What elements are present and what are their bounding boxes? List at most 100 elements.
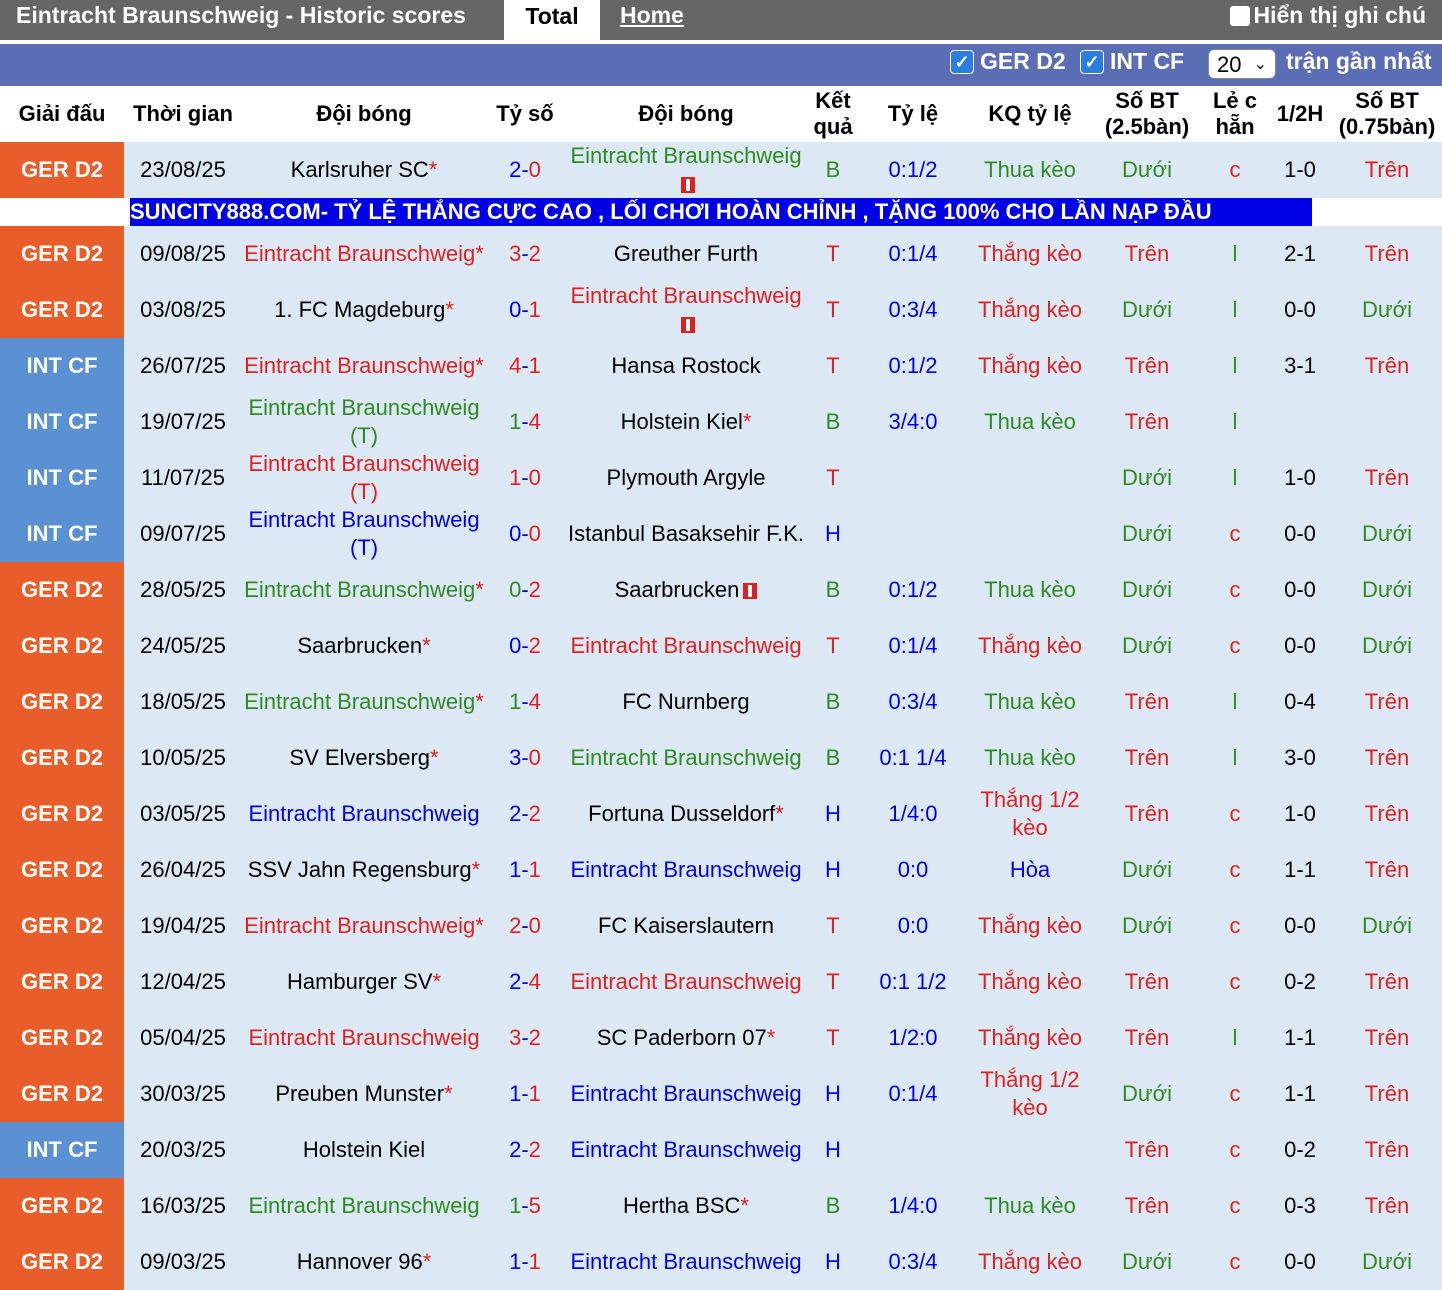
away-team-name[interactable]: Fortuna Dusseldorf* [564,800,808,828]
away-team-cell[interactable]: Eintracht Braunschweig [564,1122,808,1178]
home-team-name[interactable]: Eintracht Braunschweig* [242,912,486,940]
league-badge[interactable]: GER D2 [0,730,124,786]
score[interactable]: 3-2 [486,1010,564,1066]
away-team-name[interactable]: Hertha BSC* [564,1192,808,1220]
score[interactable]: 0-2 [486,618,564,674]
away-team-cell[interactable]: Saarbrucken [564,562,808,618]
away-team-cell[interactable]: FC Nurnberg [564,674,808,730]
home-team-cell[interactable]: Eintracht Braunschweig* [242,562,486,618]
table-row[interactable]: GER D2 18/05/25 Eintracht Braunschweig* 1-4… [0,674,1442,730]
score[interactable]: 1-1 [486,1066,564,1122]
league-badge[interactable]: GER D2 [0,282,124,338]
league-badge[interactable]: GER D2 [0,226,124,282]
table-row[interactable]: GER D2 24/05/25 Saarbrucken* 0-2 Eintracht B… [0,618,1442,674]
away-team-cell[interactable]: Eintracht Braunschweig [564,282,808,338]
col-odds[interactable]: Tỷ lệ [858,86,968,142]
table-row[interactable]: GER D2 10/05/25 SV Elversberg* 3-0 Eintracht… [0,730,1442,786]
home-team-name[interactable]: Eintracht Braunschweig [242,1192,486,1220]
home-team-name[interactable]: Eintracht Braunschweig(T) [242,450,486,506]
checkmark-icon[interactable]: ✓ [950,49,974,74]
score[interactable]: 0-0 [486,506,564,562]
home-team-cell[interactable]: 1. FC Magdeburg* [242,282,486,338]
table-row[interactable]: GER D2 03/08/25 1. FC Magdeburg* 0-1 Eintrac… [0,282,1442,338]
away-team-name[interactable]: Eintracht Braunschweig [564,968,808,996]
col-home-team[interactable]: Đội bóng [242,86,486,142]
table-row[interactable]: INT CF 20/03/25 Holstein Kiel 2-2 Eintracht … [0,1122,1442,1178]
score[interactable]: 1-1 [486,842,564,898]
match-count-select[interactable]: 20 ⌄ [1208,49,1276,79]
away-team-cell[interactable]: Eintracht Braunschweig [564,142,808,198]
away-team-name[interactable]: Eintracht Braunschweig [564,1248,808,1276]
home-team-name[interactable]: SSV Jahn Regensburg* [242,856,486,884]
league-badge[interactable]: GER D2 [0,898,124,954]
away-team-name[interactable]: Eintracht Braunschweig [564,142,808,198]
table-row[interactable]: INT CF 11/07/25 Eintracht Braunschweig(T) 1… [0,450,1442,506]
home-team-cell[interactable]: Eintracht Braunschweig(T) [242,506,486,562]
home-team-name[interactable]: Preuben Munster* [242,1080,486,1108]
home-team-name[interactable]: Saarbrucken* [242,632,486,660]
score[interactable]: 1-5 [486,1178,564,1234]
home-team-name[interactable]: Eintracht Braunschweig* [242,688,486,716]
home-team-cell[interactable]: Eintracht Braunschweig(T) [242,450,486,506]
away-team-name[interactable]: Plymouth Argyle [564,464,808,492]
away-team-name[interactable]: Eintracht Braunschweig [564,1080,808,1108]
home-team-cell[interactable]: Eintracht Braunschweig [242,1010,486,1066]
away-team-cell[interactable]: Eintracht Braunschweig [564,954,808,1010]
show-notes-checkbox[interactable] [1229,5,1250,26]
score[interactable]: 2-2 [486,1122,564,1178]
home-team-cell[interactable]: Hannover 96* [242,1234,486,1290]
away-team-cell[interactable]: Fortuna Dusseldorf* [564,786,808,842]
score[interactable]: 0-2 [486,562,564,618]
home-team-name[interactable]: Eintracht Braunschweig(T) [242,394,486,450]
league-badge[interactable]: INT CF [0,1122,124,1178]
league-badge[interactable]: GER D2 [0,562,124,618]
away-team-name[interactable]: Istanbul Basaksehir F.K. [564,520,808,548]
table-row[interactable]: GER D2 23/08/25 Karlsruher SC* 2-0 Eintracht… [0,142,1442,198]
score[interactable]: 2-4 [486,954,564,1010]
away-team-name[interactable]: Eintracht Braunschweig [564,744,808,772]
league-badge[interactable]: INT CF [0,338,124,394]
home-team-cell[interactable]: Eintracht Braunschweig* [242,226,486,282]
table-row[interactable]: GER D2 09/03/25 Hannover 96* 1-1 Eintracht B… [0,1234,1442,1290]
league-badge[interactable]: GER D2 [0,954,124,1010]
league-badge[interactable]: GER D2 [0,842,124,898]
tab-home[interactable]: Home [620,2,684,29]
league-badge[interactable]: GER D2 [0,142,124,198]
col-over-under-075[interactable]: Số BT (0.75bàn) [1332,86,1442,142]
home-team-name[interactable]: Hamburger SV* [242,968,486,996]
away-team-cell[interactable]: Eintracht Braunschweig [564,730,808,786]
table-row[interactable]: GER D2 28/05/25 Eintracht Braunschweig* 0-2… [0,562,1442,618]
home-team-name[interactable]: Eintracht Braunschweig [242,1024,486,1052]
away-team-name[interactable]: Holstein Kiel* [564,408,808,436]
league-badge[interactable]: GER D2 [0,674,124,730]
col-result[interactable]: Kết quả [808,86,858,142]
table-row[interactable]: GER D2 05/04/25 Eintracht Braunschweig 3-2 S… [0,1010,1442,1066]
away-team-cell[interactable]: Greuther Furth [564,226,808,282]
away-team-cell[interactable]: Hertha BSC* [564,1178,808,1234]
score[interactable]: 1-4 [486,394,564,450]
home-team-cell[interactable]: Preuben Munster* [242,1066,486,1122]
table-row[interactable]: INT CF 19/07/25 Eintracht Braunschweig(T) 1… [0,394,1442,450]
home-team-cell[interactable]: Holstein Kiel [242,1122,486,1178]
away-team-cell[interactable]: Eintracht Braunschweig [564,1066,808,1122]
league-badge[interactable]: INT CF [0,450,124,506]
show-notes-toggle[interactable]: Hiển thị ghi chú [1229,2,1426,29]
table-row[interactable]: GER D2 03/05/25 Eintracht Braunschweig 2-2 F… [0,786,1442,842]
table-row[interactable]: GER D2 30/03/25 Preuben Munster* 1-1 Eintrac… [0,1066,1442,1122]
score[interactable]: 3-0 [486,730,564,786]
col-away-team[interactable]: Đội bóng [564,86,808,142]
home-team-cell[interactable]: Saarbrucken* [242,618,486,674]
col-odd-even[interactable]: Lẻ c hẵn [1202,86,1268,142]
away-team-name[interactable]: Hansa Rostock [564,352,808,380]
away-team-cell[interactable]: SC Paderborn 07* [564,1010,808,1066]
ad-banner-row[interactable]: SUNCITY888.COM- TỶ LỆ THẮNG CỰC CAO , LỐ… [0,198,1442,226]
score[interactable]: 2-0 [486,142,564,198]
away-team-cell[interactable]: Eintracht Braunschweig [564,618,808,674]
away-team-cell[interactable]: Eintracht Braunschweig [564,842,808,898]
score[interactable]: 3-2 [486,226,564,282]
away-team-name[interactable]: Greuther Furth [564,240,808,268]
home-team-name[interactable]: Karlsruher SC* [242,156,486,184]
away-team-cell[interactable]: Eintracht Braunschweig [564,1234,808,1290]
home-team-name[interactable]: Eintracht Braunschweig* [242,240,486,268]
score[interactable]: 1-4 [486,674,564,730]
